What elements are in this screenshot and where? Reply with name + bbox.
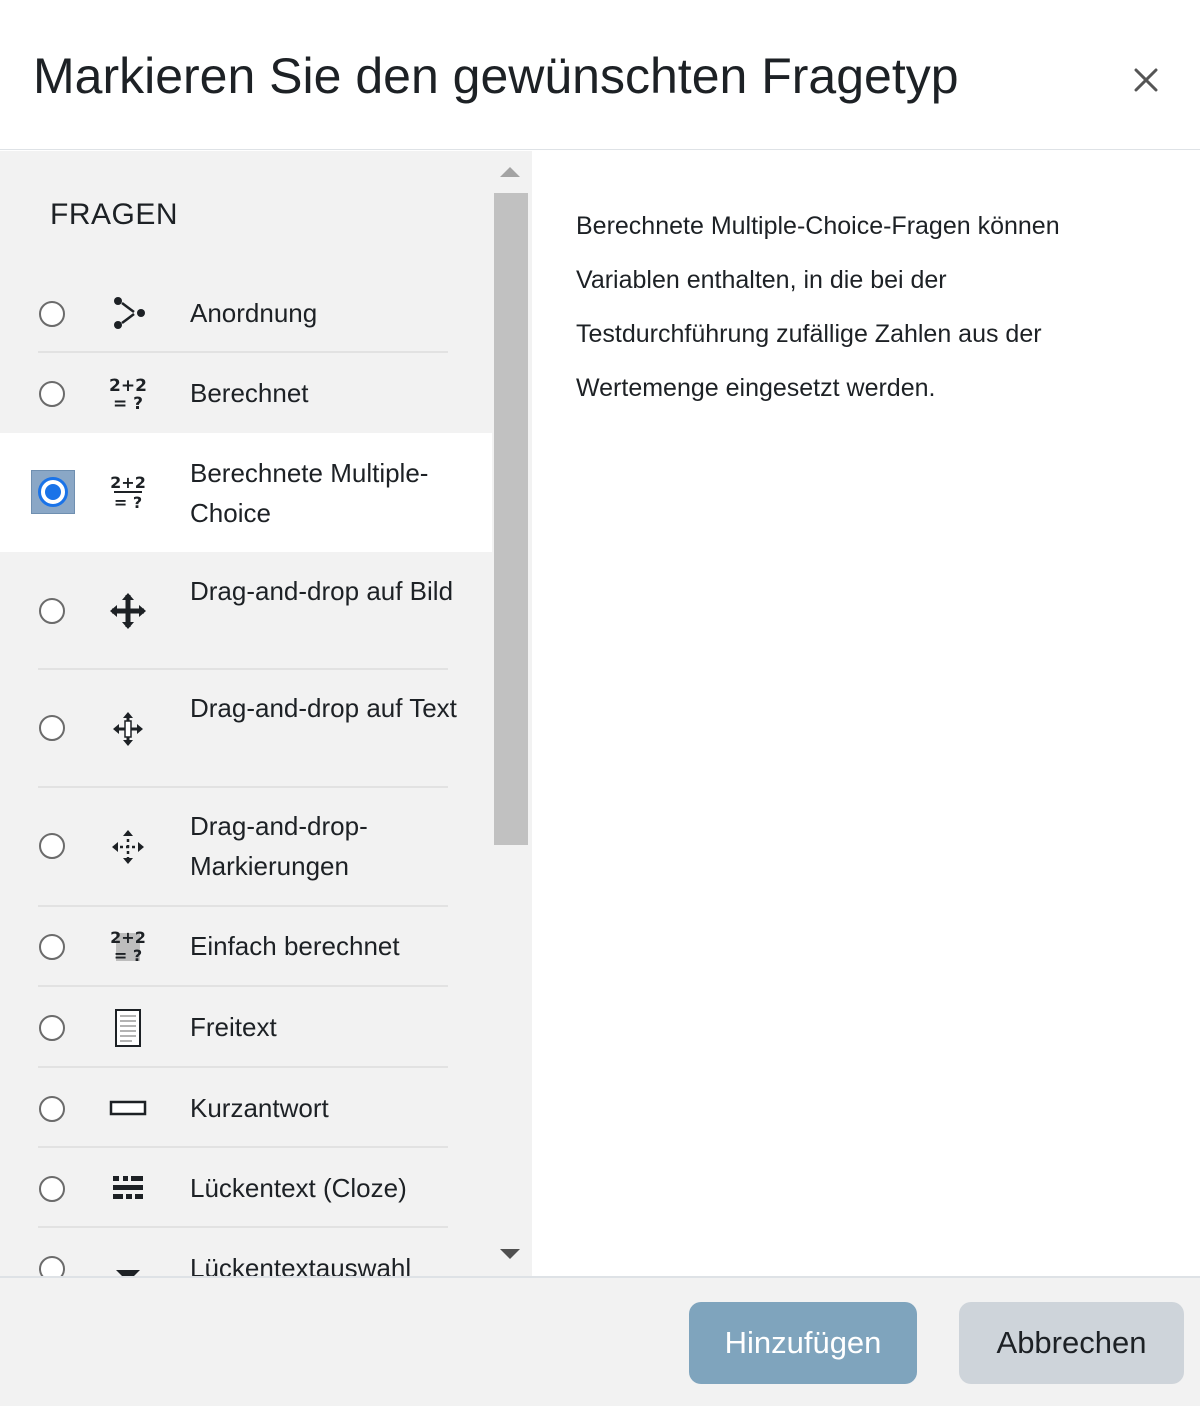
option-label: Kurzantwort (190, 1093, 329, 1123)
option-lueckentextauswahl[interactable]: Lückentextauswahl (0, 1228, 492, 1276)
option-kurzantwort[interactable]: Kurzantwort (0, 1068, 492, 1148)
radio-button[interactable] (39, 1176, 65, 1202)
scrollbar[interactable] (492, 151, 532, 1276)
section-heading: FRAGEN (50, 198, 179, 231)
drag-drop-image-icon (106, 589, 150, 633)
radio-button[interactable] (39, 934, 65, 960)
svg-text:2+2: 2+2 (110, 473, 146, 492)
option-label: Freitext (190, 1012, 277, 1042)
option-label: Drag-and-drop-Markierungen (190, 811, 368, 881)
ordering-icon (106, 291, 150, 335)
question-type-dialog: Markieren Sie den gewünschten Fragetyp F… (0, 0, 1200, 1406)
short-answer-icon (106, 1086, 150, 1130)
radio-button[interactable] (39, 1256, 65, 1276)
dialog-title: Markieren Sie den gewünschten Fragetyp (33, 48, 959, 104)
svg-text:2+2: 2+2 (109, 376, 147, 396)
add-button[interactable]: Hinzufügen (689, 1302, 917, 1384)
radio-button-selected[interactable] (31, 470, 75, 514)
dialog-header: Markieren Sie den gewünschten Fragetyp (0, 0, 1200, 150)
svg-text:= ?: = ? (114, 493, 142, 512)
option-berechnete-multiple-choice[interactable]: 2+2 = ? Berechnete Multiple-Choice (0, 433, 492, 552)
scrollbar-thumb[interactable] (494, 193, 528, 845)
svg-text:2+2: 2+2 (110, 928, 146, 947)
svg-text:= ?: = ? (114, 946, 142, 965)
close-button[interactable] (1124, 58, 1168, 102)
option-berechnet[interactable]: 2+2 = ? Berechnet (0, 353, 492, 433)
radio-button[interactable] (39, 833, 65, 859)
calculated-simple-icon: 2+2 = ? (106, 925, 150, 969)
calculated-multichoice-icon: 2+2 = ? (106, 470, 150, 514)
option-freitext[interactable]: Freitext (0, 987, 492, 1068)
scroll-down-arrow-icon[interactable] (500, 1249, 520, 1259)
drag-drop-text-icon (106, 707, 150, 751)
option-label: Berechnete Multiple-Choice (190, 458, 429, 528)
option-label: Lückentext (Cloze) (190, 1173, 407, 1203)
essay-icon (106, 1006, 150, 1050)
option-label: Einfach berechnet (190, 931, 400, 961)
scroll-up-arrow-icon[interactable] (500, 167, 520, 177)
dialog-footer: Hinzufügen Abbrechen (0, 1276, 1200, 1406)
option-einfach-berechnet[interactable]: 2+2 = ? Einfach berechnet (0, 907, 492, 987)
svg-text:= ?: = ? (113, 394, 143, 414)
radio-button[interactable] (39, 1096, 65, 1122)
drag-drop-markers-icon (106, 825, 150, 869)
cloze-icon (106, 1166, 150, 1210)
option-label: Anordnung (190, 298, 318, 328)
radio-button[interactable] (39, 1015, 65, 1041)
option-label: Berechnet (190, 378, 309, 408)
select-missing-words-icon (106, 1246, 150, 1276)
radio-button[interactable] (39, 715, 65, 741)
calculated-icon: 2+2 = ? (106, 371, 150, 415)
radio-button[interactable] (39, 301, 65, 327)
question-type-list: FRAGEN Anordnung 2+2 = ? Berechnet 2+2 =… (0, 151, 532, 1276)
dialog-body: FRAGEN Anordnung 2+2 = ? Berechnet 2+2 =… (0, 151, 1200, 1276)
option-label: Lückentextauswahl (190, 1253, 412, 1276)
option-label: Drag-and-drop auf Text (190, 693, 457, 723)
option-lueckentext-cloze[interactable]: Lückentext (Cloze) (0, 1148, 492, 1228)
radio-button[interactable] (39, 598, 65, 624)
option-label: Drag-and-drop auf Bild (190, 576, 454, 606)
radio-button[interactable] (39, 381, 65, 407)
question-type-description: Berechnete Multiple-Choice-Fragen können… (576, 212, 1060, 402)
option-anordnung[interactable]: Anordnung (0, 273, 492, 353)
close-icon (1134, 68, 1158, 92)
option-drag-drop-bild[interactable]: Drag-and-drop auf Bild (0, 552, 492, 670)
question-type-description-panel: Berechnete Multiple-Choice-Fragen können… (532, 151, 1200, 1276)
option-drag-drop-text[interactable]: Drag-and-drop auf Text (0, 670, 492, 788)
cancel-button[interactable]: Abbrechen (959, 1302, 1184, 1384)
option-drag-drop-markierungen[interactable]: Drag-and-drop-Markierungen (0, 788, 492, 907)
